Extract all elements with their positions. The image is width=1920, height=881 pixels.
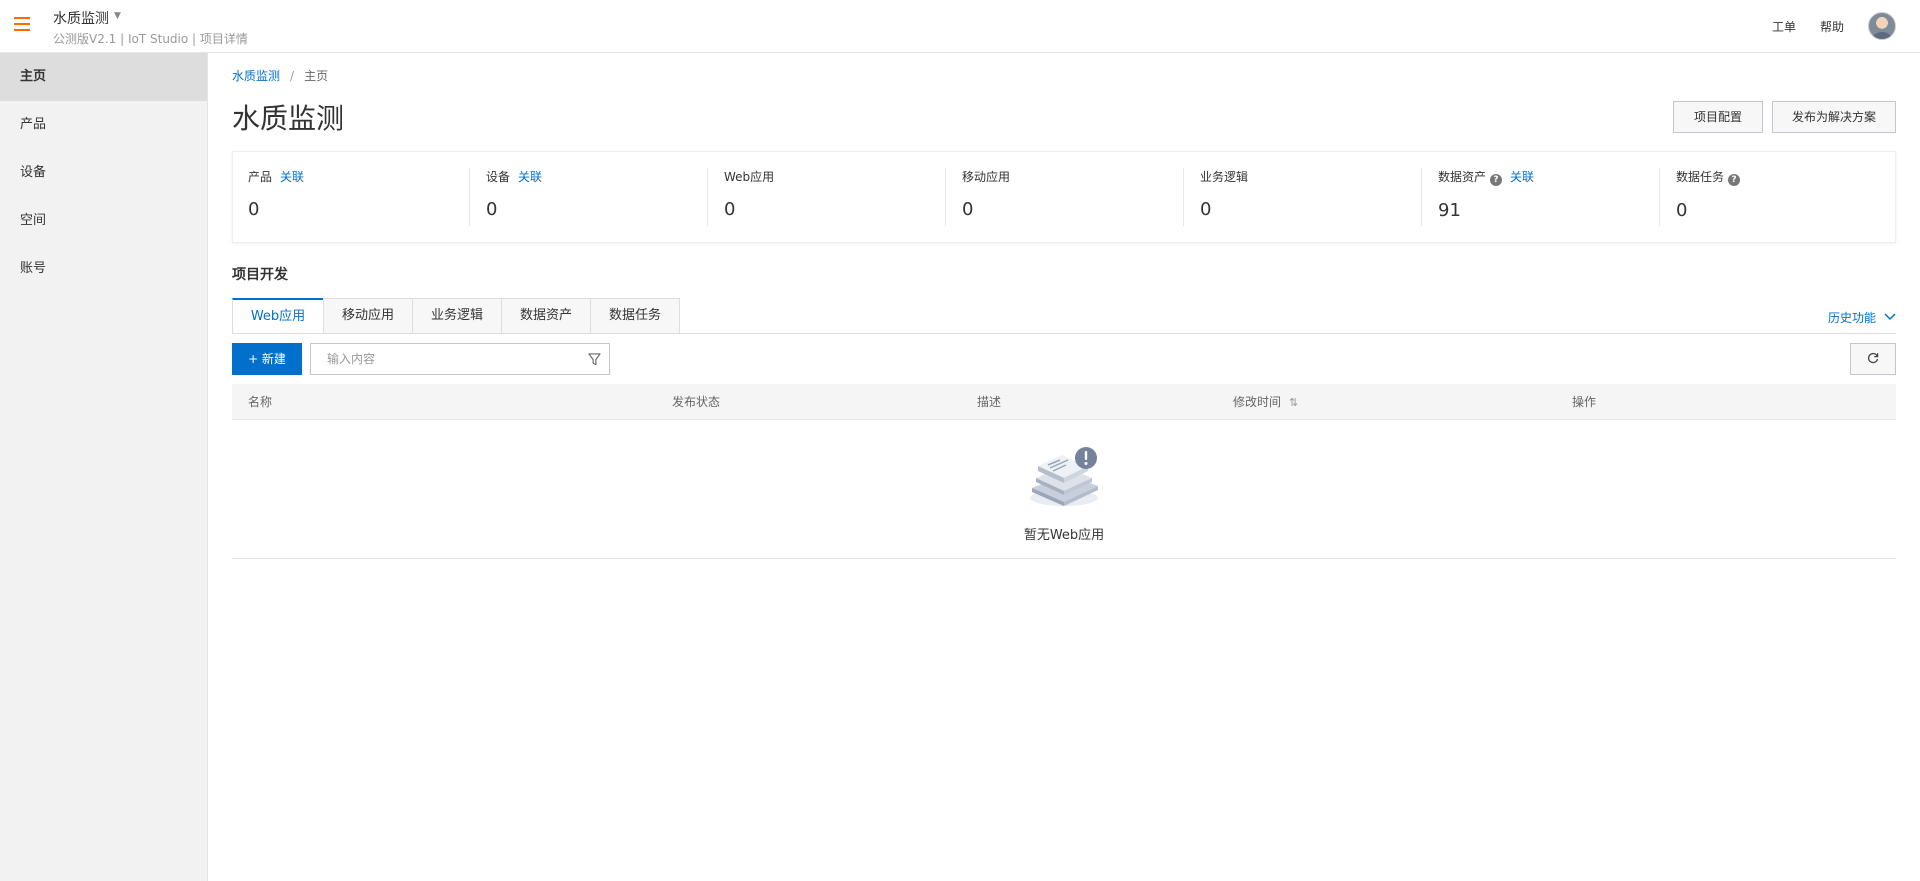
section-title: 项目开发: [232, 267, 288, 283]
divider: [469, 168, 470, 226]
sort-icon[interactable]: ⇅: [1289, 385, 1298, 421]
divider: [707, 168, 708, 226]
publish-solution-button[interactable]: 发布为解决方案: [1772, 101, 1896, 133]
stat-value: 0: [486, 199, 498, 220]
stat-value: 0: [1200, 199, 1212, 220]
column-name: 名称: [248, 395, 273, 409]
stat-label: Web应用: [724, 170, 775, 184]
stat-value: 0: [248, 199, 260, 220]
stat-data-assets: 数据资产? 关联 91: [1438, 168, 1534, 228]
column-modified-time: 修改时间 ⇅: [1233, 384, 1298, 421]
stat-mobile-apps: 移动应用 0: [962, 168, 1010, 228]
tab-divider: [232, 333, 1896, 334]
question-circle-icon[interactable]: ?: [1728, 174, 1741, 186]
products-associate-link[interactable]: 关联: [280, 170, 304, 184]
avatar[interactable]: [1868, 12, 1896, 40]
tab-mobile-apps[interactable]: 移动应用: [323, 298, 413, 334]
stat-data-tasks: 数据任务? 0: [1676, 168, 1741, 228]
divider: [1183, 168, 1184, 226]
project-subtitle: 公测版V2.1 | IoT Studio | 项目详情: [53, 32, 248, 46]
sidebar-item-products[interactable]: 产品: [0, 101, 207, 149]
breadcrumb-separator: /: [290, 69, 295, 83]
top-bar: 水质监测 ▼ 公测版V2.1 | IoT Studio | 项目详情 工单 帮助: [0, 0, 1920, 53]
breadcrumb: 水质监测 / 主页: [232, 67, 328, 84]
tab-data-assets[interactable]: 数据资产: [501, 298, 591, 334]
sidebar-item-devices[interactable]: 设备: [0, 149, 207, 197]
sidebar-item-spaces[interactable]: 空间: [0, 197, 207, 245]
table-header: 名称 发布状态 描述 修改时间 ⇅ 操作: [232, 384, 1896, 420]
empty-state-icon: [1030, 447, 1098, 506]
search-box: [310, 343, 610, 375]
stat-web-apps: Web应用 0: [724, 168, 774, 228]
stat-business-logic: 业务逻辑 0: [1200, 168, 1248, 228]
caret-down-icon[interactable]: ▼: [114, 11, 121, 21]
new-button[interactable]: + 新建: [232, 343, 302, 375]
chevron-down-icon: [1884, 313, 1896, 321]
sidebar-item-accounts[interactable]: 账号: [0, 245, 207, 293]
column-description: 描述: [977, 395, 1002, 409]
hamburger-menu-icon[interactable]: [14, 17, 30, 31]
stat-label: 设备: [486, 170, 511, 184]
history-features-dropdown[interactable]: 历史功能: [1828, 309, 1896, 326]
tab-business-logic[interactable]: 业务逻辑: [412, 298, 502, 334]
table-body: 暂无Web应用: [232, 420, 1896, 559]
divider: [945, 168, 946, 226]
breadcrumb-current: 主页: [304, 69, 329, 83]
refresh-button[interactable]: [1850, 343, 1896, 375]
divider: [1659, 168, 1660, 226]
column-modified-time-label: 修改时间: [1233, 395, 1282, 409]
stat-label: 业务逻辑: [1200, 170, 1249, 184]
sidebar-item-home[interactable]: 主页: [0, 53, 207, 101]
column-publish-status: 发布状态: [672, 395, 721, 409]
refresh-icon: [1867, 352, 1879, 364]
stats-card: 产品 关联 0 设备 关联 0 Web应用 0 移动应用 0 业务逻辑 0 数据资产…: [232, 151, 1896, 243]
sidebar: 主页 产品 设备 空间 账号: [0, 53, 208, 881]
help-link[interactable]: 帮助: [1820, 18, 1844, 35]
breadcrumb-project-link[interactable]: 水质监测: [232, 69, 280, 83]
stat-value: 0: [962, 199, 974, 220]
divider: [1421, 168, 1422, 226]
project-config-button[interactable]: 项目配置: [1673, 101, 1763, 133]
stat-value: 0: [724, 199, 736, 220]
stat-devices: 设备 关联 0: [486, 168, 542, 228]
stat-value: 0: [1676, 200, 1688, 221]
filter-icon[interactable]: [588, 353, 601, 366]
history-label: 历史功能: [1828, 311, 1877, 325]
stat-label: 产品: [248, 170, 273, 184]
tab-data-tasks[interactable]: 数据任务: [590, 298, 680, 334]
project-name[interactable]: 水质监测: [53, 8, 109, 28]
page-title: 水质监测: [232, 102, 345, 135]
stat-value: 91: [1438, 200, 1461, 221]
stat-products: 产品 关联 0: [248, 168, 304, 228]
stat-label: 移动应用: [962, 170, 1011, 184]
empty-state-text: 暂无Web应用: [1023, 528, 1105, 543]
search-input[interactable]: [311, 344, 571, 374]
question-circle-icon[interactable]: ?: [1490, 174, 1503, 186]
column-actions: 操作: [1572, 395, 1597, 409]
tab-web-apps[interactable]: Web应用: [232, 298, 324, 334]
ticket-link[interactable]: 工单: [1772, 18, 1796, 35]
devices-associate-link[interactable]: 关联: [518, 170, 542, 184]
stat-label: 数据任务: [1676, 170, 1725, 184]
data-assets-associate-link[interactable]: 关联: [1510, 170, 1534, 184]
stat-label: 数据资产: [1438, 170, 1487, 184]
